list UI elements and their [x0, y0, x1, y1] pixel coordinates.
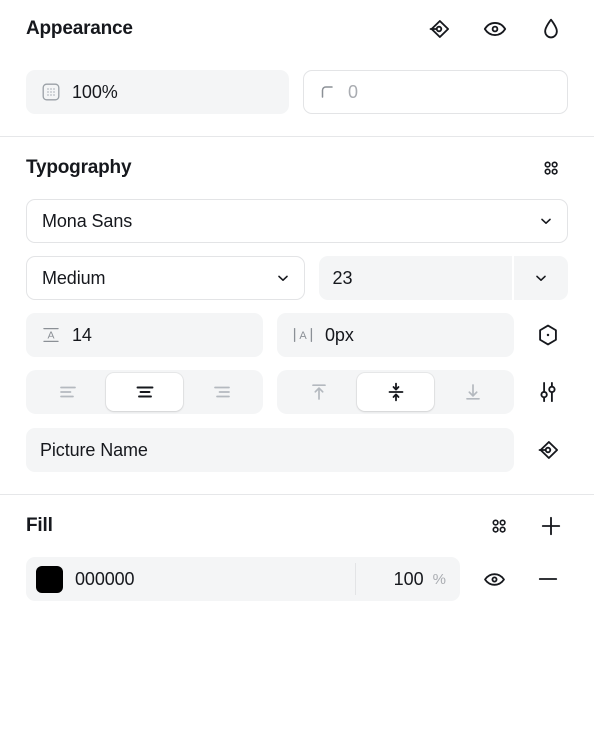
fill-section: Fill 000000 100 %: [0, 495, 594, 601]
font-size-combo: 23: [318, 256, 568, 300]
fill-header: Fill: [26, 495, 568, 557]
sliders-icon: [535, 379, 561, 405]
horizontal-align-group: [26, 370, 263, 414]
align-middle-button[interactable]: [357, 373, 434, 411]
letter-spacing-field[interactable]: A 0px: [277, 313, 514, 357]
letter-spacing-icon: A: [291, 324, 315, 346]
text-content-field[interactable]: Picture Name: [26, 428, 514, 472]
alignment-row: [26, 370, 568, 414]
fill-opacity-value: 100: [393, 568, 424, 589]
color-swatch-button[interactable]: [26, 565, 63, 593]
font-size-input[interactable]: 23: [318, 256, 512, 300]
font-family-select[interactable]: Mona Sans: [26, 199, 568, 243]
letter-spacing-value: 0px: [325, 324, 354, 345]
opacity-value: 100%: [72, 81, 118, 102]
font-weight-value: Medium: [42, 267, 106, 288]
chevron-down-icon: [532, 269, 550, 287]
line-letter-row: A 14 A 0px: [26, 313, 568, 357]
fill-visibility-button[interactable]: [474, 559, 514, 599]
appearance-header-actions: [422, 12, 568, 46]
variable-icon: [535, 437, 561, 463]
fill-layer-row: 000000 100 %: [26, 557, 568, 601]
line-height-field[interactable]: A 14: [26, 313, 263, 357]
fill-hex-value[interactable]: 000000: [63, 569, 355, 590]
fill-opacity-unit: %: [432, 570, 446, 588]
eye-icon: [482, 16, 508, 42]
text-content-row: Picture Name: [26, 428, 568, 472]
appearance-header: Appearance: [26, 0, 568, 58]
chevron-down-icon: [274, 269, 292, 287]
eye-icon: [482, 567, 507, 592]
font-weight-size-row: Medium 23: [26, 256, 568, 300]
four-dot-grid-icon: [487, 514, 511, 538]
droplet-icon: [538, 16, 564, 42]
text-variable-button[interactable]: [528, 430, 568, 470]
properties-panel: Appearance 100% 0 Typography Mona Sans M…: [0, 0, 594, 746]
add-fill-button[interactable]: [534, 509, 568, 543]
typography-header-actions: [534, 151, 568, 185]
plus-icon: [538, 513, 564, 539]
align-right-button[interactable]: [183, 373, 260, 411]
corner-radius-icon: [318, 82, 338, 102]
font-family-row: Mona Sans: [26, 199, 568, 243]
corner-radius-field[interactable]: 0: [303, 70, 568, 114]
chevron-down-icon: [537, 212, 555, 230]
font-weight-select[interactable]: Medium: [26, 256, 305, 300]
typography-section: Typography Mona Sans Medium 23 A 14 A 0p…: [0, 137, 594, 472]
fill-remove-button[interactable]: [528, 559, 568, 599]
appearance-title: Appearance: [26, 18, 133, 39]
line-height-icon: A: [40, 324, 62, 346]
font-size-value: 23: [332, 267, 353, 288]
minus-icon: [535, 566, 561, 592]
align-top-button[interactable]: [280, 373, 357, 411]
text-content-value: Picture Name: [40, 439, 148, 460]
fill-styles-button[interactable]: [482, 509, 516, 543]
typography-header: Typography: [26, 137, 568, 199]
line-height-value: 14: [72, 324, 92, 345]
align-left-button[interactable]: [29, 373, 106, 411]
font-family-value: Mona Sans: [42, 210, 133, 231]
align-bottom-button[interactable]: [434, 373, 511, 411]
blend-icon-button[interactable]: [534, 12, 568, 46]
fill-header-actions: [482, 509, 568, 543]
fill-color-field: 000000 100 %: [26, 557, 460, 601]
appearance-fields-row: 100% 0: [26, 70, 568, 114]
svg-text:A: A: [47, 330, 54, 342]
align-center-button[interactable]: [106, 373, 183, 411]
typography-title: Typography: [26, 157, 132, 178]
fill-title: Fill: [26, 515, 53, 536]
variable-icon: [426, 16, 452, 42]
appearance-section: Appearance 100% 0: [0, 0, 594, 114]
align-settings-button[interactable]: [528, 372, 568, 412]
visibility-icon-button[interactable]: [478, 12, 512, 46]
fill-opacity-input[interactable]: 100 %: [356, 569, 460, 590]
opacity-grid-icon: [40, 81, 62, 103]
variable-icon-button[interactable]: [422, 12, 456, 46]
font-size-dropdown-button[interactable]: [514, 256, 568, 300]
opacity-field[interactable]: 100%: [26, 70, 289, 114]
color-swatch: [36, 565, 63, 593]
four-dot-grid-icon: [539, 156, 563, 180]
type-settings-button[interactable]: [528, 315, 568, 355]
corner-radius-value: 0: [348, 81, 358, 102]
vertical-align-group: [277, 370, 514, 414]
text-styles-button[interactable]: [534, 151, 568, 185]
hexagon-dot-icon: [535, 322, 561, 348]
svg-text:A: A: [299, 330, 307, 342]
